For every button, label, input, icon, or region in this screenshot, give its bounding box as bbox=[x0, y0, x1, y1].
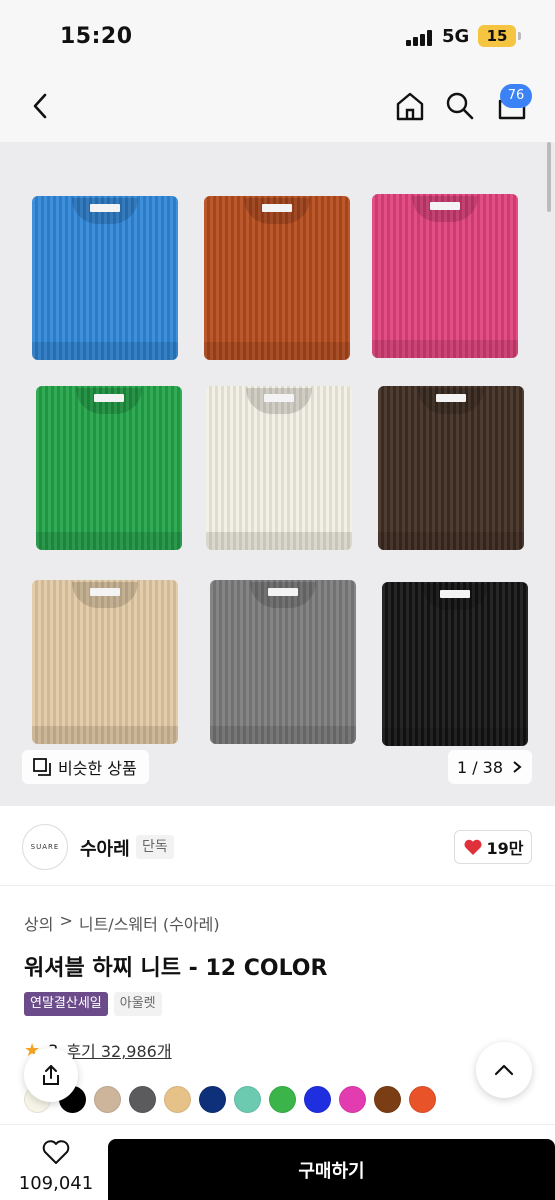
breadcrumb: 상의 > 니트/스웨터 (수아레) bbox=[24, 911, 220, 935]
chevron-left-icon bbox=[33, 93, 47, 119]
top-nav bbox=[0, 70, 555, 142]
sweater-image-brown bbox=[378, 386, 524, 550]
brand-row: SUARE 수아레 단독 19만 bbox=[0, 806, 555, 886]
status-bar: 15:20 5G 15 bbox=[0, 0, 555, 70]
brand-logo[interactable]: SUARE bbox=[22, 824, 68, 870]
scroll-indicator[interactable] bbox=[547, 142, 551, 212]
color-swatch[interactable] bbox=[269, 1086, 296, 1113]
search-button[interactable] bbox=[438, 84, 482, 128]
signal-icon bbox=[406, 30, 436, 46]
network-label: 5G bbox=[442, 26, 470, 47]
chevron-right-icon bbox=[513, 761, 522, 773]
bottom-bar: 109,041 구매하기 bbox=[0, 1124, 555, 1200]
exclusive-badge: 단독 bbox=[136, 835, 174, 859]
product-title: 워셔블 하찌 니트 - 12 COLOR bbox=[24, 956, 328, 981]
color-swatch[interactable] bbox=[374, 1086, 401, 1113]
share-button[interactable] bbox=[24, 1048, 78, 1102]
color-swatch[interactable] bbox=[409, 1086, 436, 1113]
color-swatch[interactable] bbox=[164, 1086, 191, 1113]
home-button[interactable] bbox=[388, 84, 432, 128]
search-icon bbox=[446, 92, 474, 120]
sweater-image-pink bbox=[372, 194, 518, 358]
sweater-image-beige bbox=[32, 580, 178, 744]
sweater-image-ivory bbox=[206, 386, 352, 550]
brand-like-count: 19만 bbox=[486, 839, 524, 858]
battery-icon: 15 bbox=[478, 25, 521, 47]
heart-outline-icon bbox=[42, 1140, 70, 1164]
color-swatch[interactable] bbox=[304, 1086, 331, 1113]
sweater-image-blue bbox=[32, 196, 178, 360]
product-badges: 연말결산세일 아울렛 bbox=[24, 992, 162, 1016]
wishlist-button[interactable]: 109,041 bbox=[18, 1139, 94, 1194]
color-swatch[interactable] bbox=[129, 1086, 156, 1113]
scroll-top-button[interactable] bbox=[476, 1042, 532, 1098]
brand-like-button[interactable]: 19만 bbox=[454, 830, 532, 864]
status-time: 15:20 bbox=[60, 24, 133, 49]
product-image[interactable] bbox=[0, 142, 555, 806]
breadcrumb-category[interactable]: 상의 bbox=[24, 911, 53, 935]
wishlist-count: 109,041 bbox=[18, 1173, 94, 1194]
sweater-image-rust bbox=[204, 196, 350, 360]
sweater-image-green bbox=[36, 386, 182, 550]
copy-icon bbox=[33, 758, 51, 776]
color-swatch[interactable] bbox=[94, 1086, 121, 1113]
color-swatch[interactable] bbox=[234, 1086, 261, 1113]
image-counter-label: 1 / 38 bbox=[456, 757, 504, 777]
breadcrumb-separator: > bbox=[59, 911, 73, 930]
chevron-up-icon bbox=[494, 1064, 514, 1076]
share-icon bbox=[43, 1065, 59, 1085]
image-counter[interactable]: 1 / 38 bbox=[448, 750, 532, 784]
sale-badge: 연말결산세일 bbox=[24, 992, 108, 1016]
buy-button[interactable]: 구매하기 bbox=[108, 1139, 555, 1200]
color-swatches bbox=[24, 1086, 436, 1113]
brand-name[interactable]: 수아레 bbox=[80, 835, 130, 861]
breadcrumb-subcategory[interactable]: 니트/스웨터 (수아레) bbox=[79, 911, 220, 935]
sweater-image-black bbox=[382, 582, 528, 746]
heart-filled-icon bbox=[463, 839, 482, 855]
similar-products-label: 비슷한 상품 bbox=[58, 759, 137, 778]
color-swatch[interactable] bbox=[199, 1086, 226, 1113]
back-button[interactable] bbox=[18, 84, 62, 128]
review-count-link[interactable]: 후기 32,986개 bbox=[66, 1038, 171, 1062]
outlet-badge: 아울렛 bbox=[113, 992, 162, 1016]
cart-count-badge: 76 bbox=[500, 84, 532, 108]
home-icon bbox=[396, 92, 424, 121]
sweater-image-gray bbox=[210, 580, 356, 744]
color-swatch[interactable] bbox=[339, 1086, 366, 1113]
similar-products-button[interactable]: 비슷한 상품 bbox=[22, 750, 149, 784]
